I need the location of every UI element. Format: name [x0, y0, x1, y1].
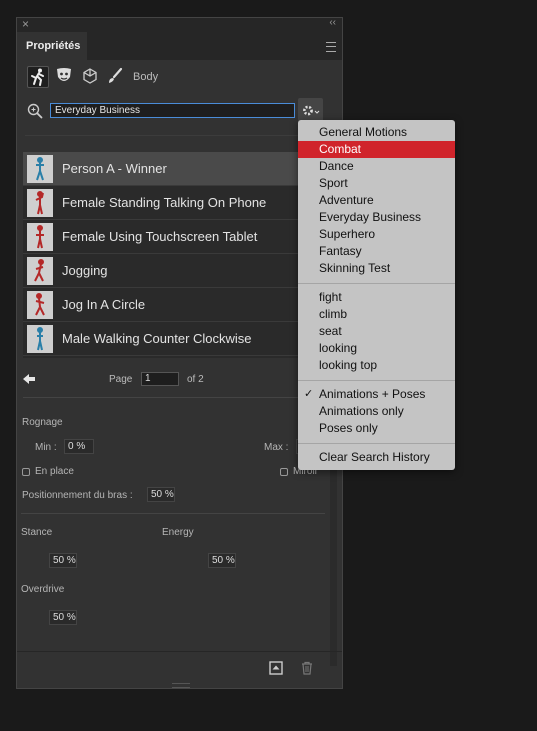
arm-position-field[interactable]: 50 % — [147, 487, 175, 502]
pagination: Page 1 of 2 — [17, 370, 342, 390]
new-item-icon[interactable] — [269, 661, 283, 675]
menu-item-category[interactable]: General Motions — [298, 124, 455, 141]
figure-thumbnail — [27, 325, 53, 353]
search-row — [17, 98, 342, 126]
clear-history-item[interactable]: Clear Search History — [298, 449, 455, 466]
menu-item-category[interactable]: Skinning Test — [298, 260, 455, 277]
menu-item-filter[interactable]: Poses only — [298, 420, 455, 437]
list-item[interactable]: Jogging — [23, 254, 328, 288]
menu-item-category[interactable]: Fantasy — [298, 243, 455, 260]
arm-position-label: Positionnement du bras : — [22, 490, 133, 501]
trim-heading: Rognage — [22, 417, 63, 428]
figure-thumbnail — [27, 223, 53, 251]
menu-item-recent[interactable]: seat — [298, 323, 455, 340]
in-place-checkbox[interactable] — [22, 468, 30, 476]
menu-separator — [298, 380, 455, 381]
figure-thumbnail — [27, 155, 53, 183]
figure-thumbnail — [27, 291, 53, 319]
min-label: Min : — [35, 442, 57, 453]
search-input[interactable] — [50, 103, 295, 118]
mask-icon[interactable] — [54, 66, 76, 88]
collapse-icon[interactable]: ‹‹ — [329, 17, 336, 28]
menu-item-recent[interactable]: looking — [298, 340, 455, 357]
panel-menu-icon[interactable] — [326, 42, 336, 52]
menu-item-filter[interactable]: Animations only — [298, 403, 455, 420]
menu-item-category[interactable]: Dance — [298, 158, 455, 175]
tab-strip: Propriétés — [17, 32, 342, 60]
divider — [23, 397, 323, 398]
figure-thumbnail — [27, 189, 53, 217]
list-item[interactable]: Jog In A Circle — [23, 288, 328, 322]
overdrive-label: Overdrive — [21, 584, 65, 595]
menu-item-recent[interactable]: looking top — [298, 357, 455, 374]
close-icon[interactable]: × — [22, 17, 29, 31]
mode-label: Body — [133, 71, 159, 83]
trash-icon[interactable] — [300, 661, 314, 675]
divider — [25, 135, 331, 136]
panel-title-bar: × ‹‹ — [17, 17, 342, 32]
figure-thumbnail — [27, 257, 53, 285]
page-input[interactable]: 1 — [141, 372, 179, 386]
stance-label: Stance — [21, 527, 53, 538]
max-label: Max : — [264, 442, 289, 453]
zoom-search-icon[interactable] — [27, 103, 43, 122]
menu-separator — [298, 283, 455, 284]
menu-item-category[interactable]: Superhero — [298, 226, 455, 243]
motion-list: Person A - Winner Female Standing Talkin… — [23, 152, 328, 358]
back-arrow-icon[interactable] — [22, 373, 36, 388]
figure-icon[interactable] — [27, 66, 49, 88]
menu-item-category[interactable]: Sport — [298, 175, 455, 192]
page-label: Page — [109, 374, 133, 385]
menu-item-recent[interactable]: fight — [298, 289, 455, 306]
menu-item-category[interactable]: Everyday Business — [298, 209, 455, 226]
resize-grip-icon[interactable] — [172, 683, 190, 688]
list-item[interactable]: Male Walking Counter Clockwise — [23, 322, 328, 356]
stance-field[interactable]: 50 % — [49, 553, 77, 568]
footer-divider — [17, 651, 342, 652]
menu-item-category[interactable]: Combat — [298, 141, 455, 158]
properties-panel: × ‹‹ Propriétés Body Everyday Business P… — [16, 17, 343, 689]
brush-icon[interactable] — [105, 66, 127, 88]
list-item[interactable]: Female Standing Talking On Phone — [23, 186, 328, 220]
menu-item-filter[interactable]: Animations + Poses — [298, 386, 455, 403]
mode-toolbar: Body — [27, 66, 327, 90]
min-field[interactable]: 0 % — [64, 439, 94, 454]
list-item[interactable]: Female Using Touchscreen Tablet — [23, 220, 328, 254]
tab-properties[interactable]: Propriétés — [17, 32, 87, 60]
divider — [21, 513, 325, 514]
energy-label: Energy — [162, 527, 194, 538]
search-options-dropdown: General Motions Combat Dance Sport Adven… — [298, 120, 455, 470]
list-item[interactable]: Person A - Winner — [23, 152, 328, 186]
mirror-checkbox[interactable] — [280, 468, 288, 476]
energy-field[interactable]: 50 % — [208, 553, 236, 568]
menu-item-category[interactable]: Adventure — [298, 192, 455, 209]
menu-item-recent[interactable]: climb — [298, 306, 455, 323]
in-place-label: En place — [35, 466, 74, 477]
page-count: of 2 — [187, 374, 204, 385]
overdrive-field[interactable]: 50 % — [49, 610, 77, 625]
cube-icon[interactable] — [80, 66, 102, 88]
menu-separator — [298, 443, 455, 444]
